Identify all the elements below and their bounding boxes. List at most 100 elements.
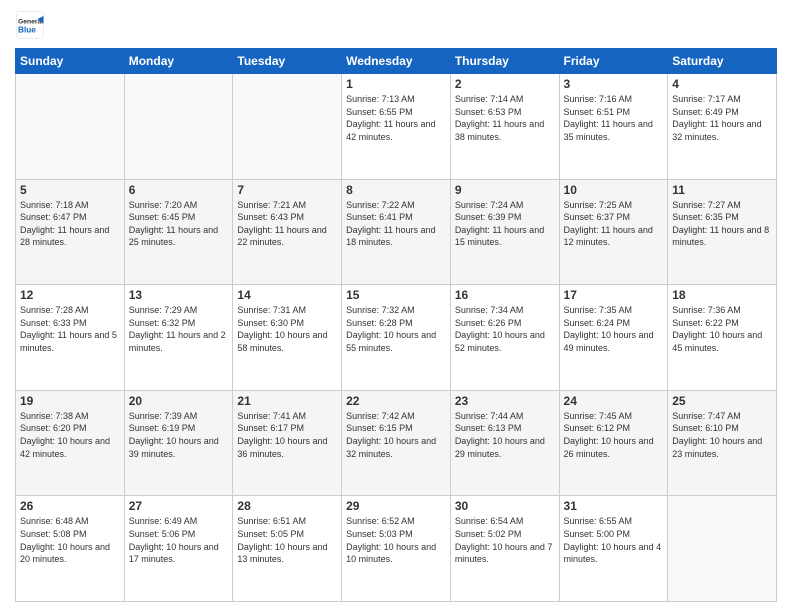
- day-info: Sunrise: 6:51 AM Sunset: 5:05 PM Dayligh…: [237, 515, 337, 565]
- calendar-cell: 14 Sunrise: 7:31 AM Sunset: 6:30 PM Dayli…: [233, 285, 342, 391]
- day-number: 4: [672, 77, 772, 91]
- day-info: Sunrise: 7:13 AM Sunset: 6:55 PM Dayligh…: [346, 93, 446, 143]
- calendar-cell: 28Sunrise: 6:51 AM Sunset: 5:05 PM Dayli…: [233, 496, 342, 602]
- calendar-cell: 13 Sunrise: 7:29 AM Sunset: 6:32 PM Dayli…: [124, 285, 233, 391]
- day-info: Sunrise: 7:24 AM Sunset: 6:39 PM Dayligh…: [455, 199, 555, 249]
- day-header-thursday: Thursday: [450, 49, 559, 74]
- day-number: 16: [455, 288, 555, 302]
- calendar-cell: 19Sunrise: 7:38 AM Sunset: 6:20 PM Dayli…: [16, 390, 125, 496]
- day-header-wednesday: Wednesday: [342, 49, 451, 74]
- calendar-cell: 29 Sunrise: 6:52 AM Sunset: 5:03 PM Dayli…: [342, 496, 451, 602]
- calendar-cell: 15 Sunrise: 7:32 AM Sunset: 6:28 PM Dayli…: [342, 285, 451, 391]
- day-number: 13: [129, 288, 229, 302]
- calendar-week-3: 12Sunrise: 7:28 AM Sunset: 6:33 PM Dayli…: [16, 285, 777, 391]
- day-number: 18: [672, 288, 772, 302]
- day-info: Sunrise: 7:21 AM Sunset: 6:43 PM Dayligh…: [237, 199, 337, 249]
- day-number: 17: [564, 288, 664, 302]
- day-info: Sunrise: 6:48 AM Sunset: 5:08 PM Dayligh…: [20, 515, 120, 565]
- calendar-cell: [668, 496, 777, 602]
- day-number: 29: [346, 499, 446, 513]
- day-number: 6: [129, 183, 229, 197]
- calendar-cell: 9 Sunrise: 7:24 AM Sunset: 6:39 PM Daylig…: [450, 179, 559, 285]
- day-number: 7: [237, 183, 337, 197]
- day-info: Sunrise: 7:34 AM Sunset: 6:26 PM Dayligh…: [455, 304, 555, 354]
- calendar-cell: 12Sunrise: 7:28 AM Sunset: 6:33 PM Dayli…: [16, 285, 125, 391]
- day-number: 8: [346, 183, 446, 197]
- day-info: Sunrise: 6:52 AM Sunset: 5:03 PM Dayligh…: [346, 515, 446, 565]
- calendar-cell: 7 Sunrise: 7:21 AM Sunset: 6:43 PM Daylig…: [233, 179, 342, 285]
- day-number: 15: [346, 288, 446, 302]
- calendar-week-5: 26 Sunrise: 6:48 AM Sunset: 5:08 PM Dayli…: [16, 496, 777, 602]
- day-number: 22: [346, 394, 446, 408]
- day-number: 23: [455, 394, 555, 408]
- calendar-cell: 26 Sunrise: 6:48 AM Sunset: 5:08 PM Dayli…: [16, 496, 125, 602]
- calendar-cell: 1 Sunrise: 7:13 AM Sunset: 6:55 PM Daylig…: [342, 74, 451, 180]
- calendar-cell: 6 Sunrise: 7:20 AM Sunset: 6:45 PM Daylig…: [124, 179, 233, 285]
- day-number: 10: [564, 183, 664, 197]
- day-number: 3: [564, 77, 664, 91]
- day-info: Sunrise: 6:54 AM Sunset: 5:02 PM Dayligh…: [455, 515, 555, 565]
- day-info: Sunrise: 6:55 AM Sunset: 5:00 PM Dayligh…: [564, 515, 664, 565]
- calendar-cell: 18 Sunrise: 7:36 AM Sunset: 6:22 PM Dayli…: [668, 285, 777, 391]
- day-info: Sunrise: 7:42 AM Sunset: 6:15 PM Dayligh…: [346, 410, 446, 460]
- calendar-cell: 31 Sunrise: 6:55 AM Sunset: 5:00 PM Dayli…: [559, 496, 668, 602]
- day-info: Sunrise: 6:49 AM Sunset: 5:06 PM Dayligh…: [129, 515, 229, 565]
- day-number: 26: [20, 499, 120, 513]
- calendar-cell: [233, 74, 342, 180]
- page: General Blue SundayMondayTuesdayWednesda…: [0, 0, 792, 612]
- day-info: Sunrise: 7:29 AM Sunset: 6:32 PM Dayligh…: [129, 304, 229, 354]
- day-number: 1: [346, 77, 446, 91]
- calendar-cell: 27 Sunrise: 6:49 AM Sunset: 5:06 PM Dayli…: [124, 496, 233, 602]
- day-info: Sunrise: 7:39 AM Sunset: 6:19 PM Dayligh…: [129, 410, 229, 460]
- calendar-cell: [124, 74, 233, 180]
- day-number: 30: [455, 499, 555, 513]
- day-info: Sunrise: 7:35 AM Sunset: 6:24 PM Dayligh…: [564, 304, 664, 354]
- calendar-cell: 11Sunrise: 7:27 AM Sunset: 6:35 PM Dayli…: [668, 179, 777, 285]
- day-info: Sunrise: 7:14 AM Sunset: 6:53 PM Dayligh…: [455, 93, 555, 143]
- calendar-cell: 30 Sunrise: 6:54 AM Sunset: 5:02 PM Dayli…: [450, 496, 559, 602]
- calendar: SundayMondayTuesdayWednesdayThursdayFrid…: [15, 48, 777, 602]
- day-info: Sunrise: 7:38 AM Sunset: 6:20 PM Dayligh…: [20, 410, 120, 460]
- day-number: 2: [455, 77, 555, 91]
- calendar-cell: 10 Sunrise: 7:25 AM Sunset: 6:37 PM Dayli…: [559, 179, 668, 285]
- svg-text:Blue: Blue: [18, 26, 36, 35]
- calendar-header-row: SundayMondayTuesdayWednesdayThursdayFrid…: [16, 49, 777, 74]
- calendar-cell: 3 Sunrise: 7:16 AM Sunset: 6:51 PM Daylig…: [559, 74, 668, 180]
- day-info: Sunrise: 7:22 AM Sunset: 6:41 PM Dayligh…: [346, 199, 446, 249]
- day-info: Sunrise: 7:17 AM Sunset: 6:49 PM Dayligh…: [672, 93, 772, 143]
- calendar-cell: 4 Sunrise: 7:17 AM Sunset: 6:49 PM Daylig…: [668, 74, 777, 180]
- day-number: 20: [129, 394, 229, 408]
- calendar-cell: 5 Sunrise: 7:18 AM Sunset: 6:47 PM Daylig…: [16, 179, 125, 285]
- day-header-saturday: Saturday: [668, 49, 777, 74]
- day-number: 25: [672, 394, 772, 408]
- day-header-tuesday: Tuesday: [233, 49, 342, 74]
- day-number: 9: [455, 183, 555, 197]
- calendar-week-2: 5 Sunrise: 7:18 AM Sunset: 6:47 PM Daylig…: [16, 179, 777, 285]
- day-info: Sunrise: 7:27 AM Sunset: 6:35 PM Dayligh…: [672, 199, 772, 249]
- day-info: Sunrise: 7:20 AM Sunset: 6:45 PM Dayligh…: [129, 199, 229, 249]
- day-number: 12: [20, 288, 120, 302]
- day-info: Sunrise: 7:16 AM Sunset: 6:51 PM Dayligh…: [564, 93, 664, 143]
- day-number: 31: [564, 499, 664, 513]
- calendar-cell: 22 Sunrise: 7:42 AM Sunset: 6:15 PM Dayli…: [342, 390, 451, 496]
- day-info: Sunrise: 7:32 AM Sunset: 6:28 PM Dayligh…: [346, 304, 446, 354]
- day-number: 27: [129, 499, 229, 513]
- day-info: Sunrise: 7:25 AM Sunset: 6:37 PM Dayligh…: [564, 199, 664, 249]
- calendar-cell: [16, 74, 125, 180]
- day-info: Sunrise: 7:31 AM Sunset: 6:30 PM Dayligh…: [237, 304, 337, 354]
- day-number: 5: [20, 183, 120, 197]
- calendar-cell: 16 Sunrise: 7:34 AM Sunset: 6:26 PM Dayli…: [450, 285, 559, 391]
- day-number: 14: [237, 288, 337, 302]
- day-info: Sunrise: 7:47 AM Sunset: 6:10 PM Dayligh…: [672, 410, 772, 460]
- calendar-cell: 23Sunrise: 7:44 AM Sunset: 6:13 PM Dayli…: [450, 390, 559, 496]
- calendar-cell: 8 Sunrise: 7:22 AM Sunset: 6:41 PM Daylig…: [342, 179, 451, 285]
- day-info: Sunrise: 7:18 AM Sunset: 6:47 PM Dayligh…: [20, 199, 120, 249]
- calendar-cell: 24 Sunrise: 7:45 AM Sunset: 6:12 PM Dayli…: [559, 390, 668, 496]
- day-info: Sunrise: 7:41 AM Sunset: 6:17 PM Dayligh…: [237, 410, 337, 460]
- day-info: Sunrise: 7:36 AM Sunset: 6:22 PM Dayligh…: [672, 304, 772, 354]
- day-number: 24: [564, 394, 664, 408]
- general-blue-icon: General Blue: [15, 10, 45, 40]
- day-header-sunday: Sunday: [16, 49, 125, 74]
- day-number: 21: [237, 394, 337, 408]
- day-info: Sunrise: 7:45 AM Sunset: 6:12 PM Dayligh…: [564, 410, 664, 460]
